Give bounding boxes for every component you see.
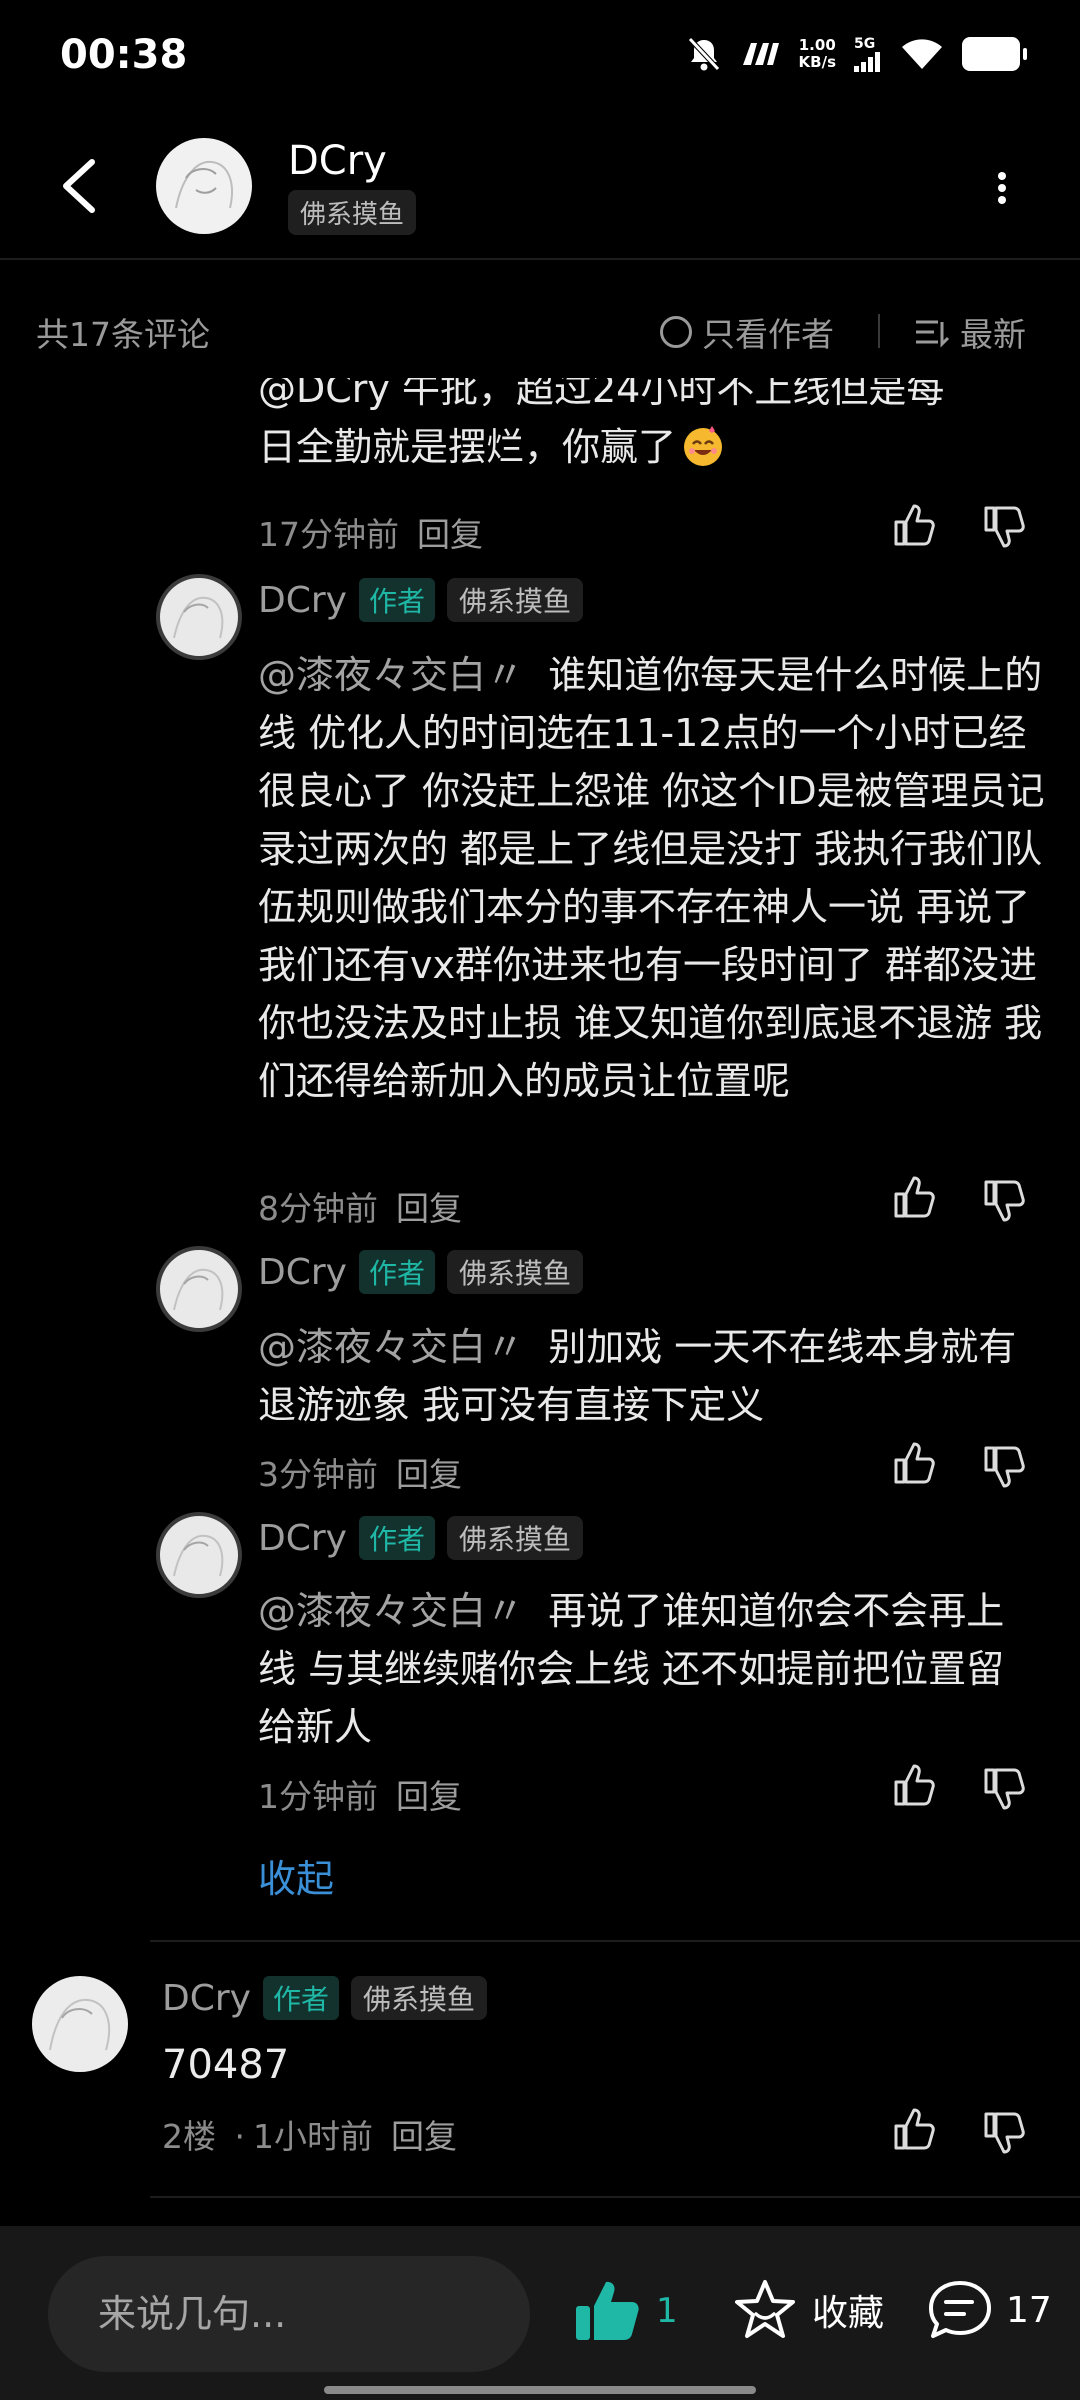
back-icon[interactable] [56,156,104,216]
reply-text: @漆夜々交白〃 再说了谁知道你会不会再上线 与其继续赌你会上线 还不如提前把位置… [258,1589,1005,1749]
logo-icon [742,43,779,65]
mute-bell-icon [687,37,720,71]
header-user-tag: 佛系摸鱼 [288,190,417,235]
thumbs-down-icon[interactable] [980,1176,1030,1226]
avatar[interactable] [156,574,242,660]
comment-time: 1小时前 [253,2117,373,2156]
reply-text-line: @DCry 牛批，超过24小时不上线但是每 [258,378,945,411]
reply-username[interactable]: DCry [258,580,347,621]
user-tag: 佛系摸鱼 [350,1976,487,2020]
thread-divider [150,1940,1080,1942]
comment-divider [150,2196,1080,2198]
mention-link[interactable]: @漆夜々交白〃 [258,1325,524,1369]
reply-button[interactable]: 回复 [391,2117,457,2156]
status-icons: 1.00 KB/s 5G [687,36,1027,72]
favorite-label: 收藏 [812,2293,885,2334]
avatar[interactable] [156,138,252,234]
thumbs-down-icon[interactable] [980,502,1030,552]
thumbs-up-icon[interactable] [890,500,940,550]
more-options-icon[interactable] [990,168,1014,208]
comment-count-label: 共17条评论 [36,315,210,354]
sort-lines-icon [916,320,950,348]
reply-button[interactable]: 回复 [417,515,483,554]
comment-input[interactable]: 来说几句... [48,2256,530,2372]
user-tag: 佛系摸鱼 [446,1250,583,1294]
reply-username[interactable]: DCry [258,1252,347,1293]
signal-bars-icon [854,52,880,72]
avatar[interactable] [32,1976,128,2072]
comment-header: DCry 作者 佛系摸鱼 [162,1976,487,2020]
header-username[interactable]: DCry [288,138,387,184]
reply-time: 8分钟前 [258,1189,378,1228]
thumbs-up-icon[interactable] [890,1438,940,1488]
like-count: 1 [656,2291,678,2331]
thumbs-down-icon[interactable] [980,2108,1030,2158]
network-speed: 1.00 KB/s [798,36,836,71]
thumbs-up-icon[interactable] [890,1172,940,1222]
reply-meta: 8分钟前 回复 [258,1182,462,1230]
filter-divider [878,314,880,348]
reply-text: @漆夜々交白〃 别加戏 一天不在线本身就有退游迹象 我可没有直接下定义 [258,1325,1017,1427]
comment-meta: 2楼 · 1小时前 回复 [162,2110,457,2158]
author-badge: 作者 [358,1516,435,1560]
comment-bubble-icon [929,2281,991,2338]
meta-separator: · [234,2117,246,2156]
mention-link[interactable]: @漆夜々交白〃 [258,1589,524,1633]
status-time: 00:38 [60,32,188,78]
reply-button[interactable]: 回复 [396,1189,462,1228]
reply-time: 17分钟前 [258,515,399,554]
avatar[interactable] [156,1246,242,1332]
only-author-label: 只看作者 [702,315,834,354]
star-icon [735,2280,795,2338]
smile-emoji-icon [684,426,723,466]
reply-meta: 3分钟前 回复 [258,1448,462,1496]
author-badge: 作者 [358,1250,435,1294]
thumbs-up-icon[interactable] [890,2104,940,2154]
collapse-replies-button[interactable]: 收起 [258,1848,334,1903]
comment-text: 70487 [162,2042,290,2088]
sort-button[interactable]: 最新 [914,308,1026,356]
comments-button[interactable]: 17 [926,2278,1052,2342]
like-button[interactable]: 1 [574,2278,678,2344]
floor-number: 2楼 [162,2117,216,2156]
user-tag: 佛系摸鱼 [446,578,583,622]
reply-button[interactable]: 回复 [396,1455,462,1494]
home-indicator[interactable] [324,2386,756,2394]
reply-time: 3分钟前 [258,1455,378,1494]
cell-signal: 5G [854,36,882,72]
reply-header: DCry 作者 佛系摸鱼 [258,1250,583,1294]
thumbs-up-filled-icon [576,2281,639,2340]
comment-count: 17 [1006,2289,1052,2331]
reply-button[interactable]: 回复 [396,1777,462,1816]
author-badge: 作者 [262,1976,339,2020]
reply-item: @DCry 牛批，超过24小时不上线但是每 日全勤就是摆烂，你赢了 [258,378,1058,470]
radio-circle-icon [660,316,692,348]
comment-username[interactable]: DCry [162,1978,251,2019]
reply-time: 1分钟前 [258,1777,378,1816]
reply-text: @漆夜々交白〃 谁知道你每天是什么时候上的线 优化人的时间选在11-12点的一个… [258,653,1045,1103]
thumbs-up-icon[interactable] [890,1760,940,1810]
mention-link[interactable]: @漆夜々交白〃 [258,653,524,697]
reply-username[interactable]: DCry [258,1518,347,1559]
reply-meta: 1分钟前 回复 [258,1770,462,1818]
header-divider [0,258,1080,260]
favorite-button[interactable]: 收藏 [732,2278,884,2342]
battery-icon [962,37,1027,71]
user-tag: 佛系摸鱼 [446,1516,583,1560]
reply-header: DCry 作者 佛系摸鱼 [258,1516,583,1560]
reply-text-line: 日全勤就是摆烂，你赢了 [258,418,1058,470]
reply-meta: 17分钟前 回复 [258,508,483,556]
wifi-icon [902,39,942,69]
sort-label: 最新 [960,315,1026,354]
author-badge: 作者 [358,578,435,622]
reply-header: DCry 作者 佛系摸鱼 [258,578,583,622]
thumbs-down-icon[interactable] [980,1442,1030,1492]
only-author-filter[interactable]: 只看作者 [660,308,834,356]
avatar[interactable] [156,1512,242,1598]
thumbs-down-icon[interactable] [980,1764,1030,1814]
